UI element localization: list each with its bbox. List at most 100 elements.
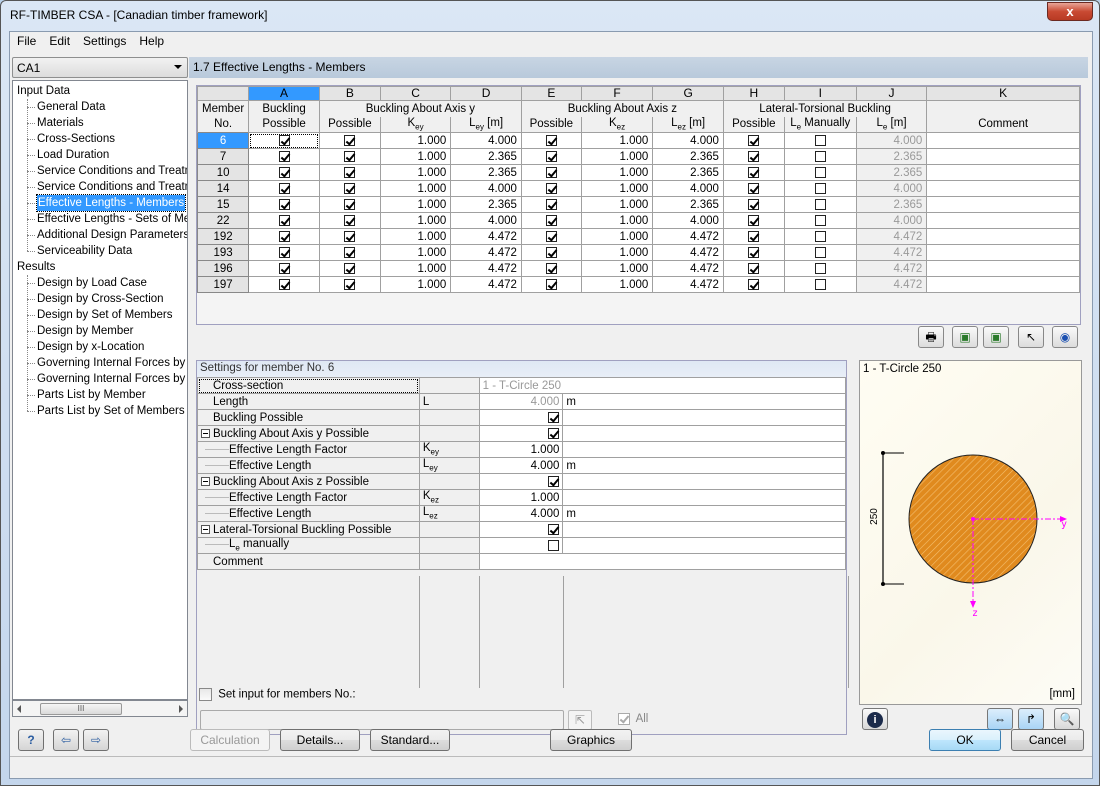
details-button[interactable]: Details... — [280, 729, 360, 751]
axis-z-possible-checkbox[interactable] — [545, 150, 557, 162]
case-selector[interactable]: CA1 — [12, 57, 188, 78]
prop-label[interactable]: Buckling Possible — [197, 409, 420, 426]
buckling-possible-cell[interactable] — [248, 276, 320, 293]
col-letter-b[interactable]: B — [318, 86, 381, 101]
zoom-reset-button[interactable]: 🔍 — [1054, 708, 1080, 730]
scroll-left-icon[interactable] — [17, 705, 21, 713]
cancel-button[interactable]: Cancel — [1011, 729, 1084, 751]
all-check-icon[interactable] — [618, 713, 630, 725]
prop-checkbox[interactable] — [548, 539, 560, 551]
axis-z-possible-cell[interactable] — [520, 276, 582, 293]
axis-y-possible-cell[interactable] — [318, 180, 381, 197]
set-input-checkbox[interactable]: Set input for members No.: — [199, 688, 356, 701]
ley-cell[interactable]: 4.472 — [450, 228, 522, 245]
menu-help[interactable]: Help — [132, 32, 170, 48]
ltb-possible-checkbox[interactable] — [748, 150, 760, 162]
buckling-possible-cell[interactable] — [248, 196, 320, 213]
ley-cell[interactable]: 2.365 — [450, 148, 522, 165]
member-no-cell[interactable]: 22 — [196, 212, 250, 229]
ltb-possible-checkbox[interactable] — [748, 246, 760, 258]
tree-item[interactable]: Parts List by Set of Members — [37, 403, 185, 419]
buckling-possible-cell[interactable] — [248, 148, 320, 165]
scroll-right-icon[interactable] — [179, 705, 183, 713]
prop-checkbox[interactable] — [548, 411, 560, 423]
tree-item[interactable]: Effective Lengths - Sets of Mem — [37, 211, 187, 227]
ltb-possible-checkbox[interactable] — [748, 230, 760, 242]
prop-value[interactable] — [478, 553, 847, 570]
prop-label[interactable]: Buckling About Axis z Possible — [197, 473, 420, 490]
le-manually-checkbox[interactable] — [814, 166, 826, 178]
axis-y-possible-cell[interactable] — [318, 164, 381, 181]
prop-checkbox[interactable] — [548, 427, 560, 439]
col-letter-h[interactable]: H — [722, 86, 785, 101]
key-cell[interactable]: 1.000 — [379, 260, 452, 277]
axis-y-possible-cell[interactable] — [318, 276, 381, 293]
kez-cell[interactable]: 1.000 — [580, 228, 654, 245]
member-no-cell[interactable]: 197 — [196, 276, 250, 293]
ley-cell[interactable]: 4.000 — [450, 212, 522, 229]
comment-cell[interactable] — [926, 148, 1080, 165]
prop-label[interactable]: Buckling About Axis y Possible — [197, 425, 420, 442]
ley-cell[interactable]: 4.472 — [450, 260, 522, 277]
view-button[interactable]: ◉ — [1052, 326, 1078, 348]
ltb-possible-cell[interactable] — [722, 212, 785, 229]
le-manually-checkbox[interactable] — [814, 150, 826, 162]
kez-cell[interactable]: 1.000 — [580, 276, 654, 293]
axis-z-possible-cell[interactable] — [520, 212, 582, 229]
buckling-possible-checkbox[interactable] — [278, 198, 290, 210]
tree-item[interactable]: Parts List by Member — [37, 387, 146, 403]
le-manually-cell[interactable] — [783, 260, 857, 277]
collapse-icon[interactable] — [201, 524, 210, 534]
col-letter-g[interactable]: G — [652, 86, 724, 101]
tree-root-input-data[interactable]: Input Data — [17, 83, 70, 99]
comment-cell[interactable] — [926, 260, 1080, 277]
axis-y-possible-checkbox[interactable] — [344, 246, 356, 258]
axis-y-possible-checkbox[interactable] — [344, 134, 356, 146]
prop-label[interactable]: Cross-section — [197, 377, 420, 394]
comment-cell[interactable] — [926, 196, 1080, 213]
tree-item[interactable]: Design by Load Case — [37, 275, 147, 291]
axis-z-possible-cell[interactable] — [520, 244, 582, 261]
tree-root-results[interactable]: Results — [17, 259, 55, 275]
prop-checkbox[interactable] — [548, 523, 560, 535]
lez-cell[interactable]: 4.472 — [652, 276, 724, 293]
lez-cell[interactable]: 4.472 — [652, 244, 724, 261]
axis-y-possible-checkbox[interactable] — [344, 230, 356, 242]
axis-y-possible-cell[interactable] — [318, 132, 381, 149]
key-cell[interactable]: 1.000 — [379, 132, 452, 149]
member-no-cell[interactable]: 7 — [196, 148, 250, 165]
axis-z-possible-cell[interactable] — [520, 148, 582, 165]
horizontal-scrollbar[interactable]: III — [12, 700, 188, 717]
prop-label[interactable]: Effective Length — [197, 505, 420, 522]
ltb-possible-checkbox[interactable] — [748, 198, 760, 210]
excel-export-button[interactable]: ▣ — [952, 326, 978, 348]
prop-label[interactable]: Length — [197, 393, 420, 410]
lez-cell[interactable]: 4.000 — [652, 180, 724, 197]
axis-y-possible-checkbox[interactable] — [344, 166, 356, 178]
le-manually-checkbox[interactable] — [814, 214, 826, 226]
buckling-possible-checkbox[interactable] — [278, 230, 290, 242]
tree-item[interactable]: Effective Lengths - Members — [35, 194, 187, 212]
collapse-icon[interactable] — [201, 428, 210, 438]
tree-item[interactable]: Materials — [37, 115, 84, 131]
comment-cell[interactable] — [926, 212, 1080, 229]
le-manually-checkbox[interactable] — [814, 278, 826, 290]
prop-value[interactable] — [478, 521, 564, 538]
key-cell[interactable]: 1.000 — [379, 228, 452, 245]
tree-item[interactable]: Design by Set of Members — [37, 307, 173, 323]
ley-cell[interactable]: 4.472 — [450, 244, 522, 261]
key-cell[interactable]: 1.000 — [379, 148, 452, 165]
prop-value[interactable]: 1.000 — [478, 441, 564, 458]
tree-item[interactable]: Additional Design Parameters — [37, 227, 187, 243]
buckling-possible-checkbox[interactable] — [278, 150, 290, 162]
key-cell[interactable]: 1.000 — [379, 164, 452, 181]
ley-cell[interactable]: 4.000 — [450, 132, 522, 149]
axis-z-possible-checkbox[interactable] — [545, 262, 557, 274]
comment-cell[interactable] — [926, 244, 1080, 261]
le-manually-cell[interactable] — [783, 244, 857, 261]
prop-value[interactable]: 1.000 — [478, 489, 564, 506]
menu-edit[interactable]: Edit — [42, 32, 76, 48]
tree-item[interactable]: Serviceability Data — [37, 243, 132, 259]
axis-z-possible-cell[interactable] — [520, 260, 582, 277]
axis-y-possible-cell[interactable] — [318, 260, 381, 277]
